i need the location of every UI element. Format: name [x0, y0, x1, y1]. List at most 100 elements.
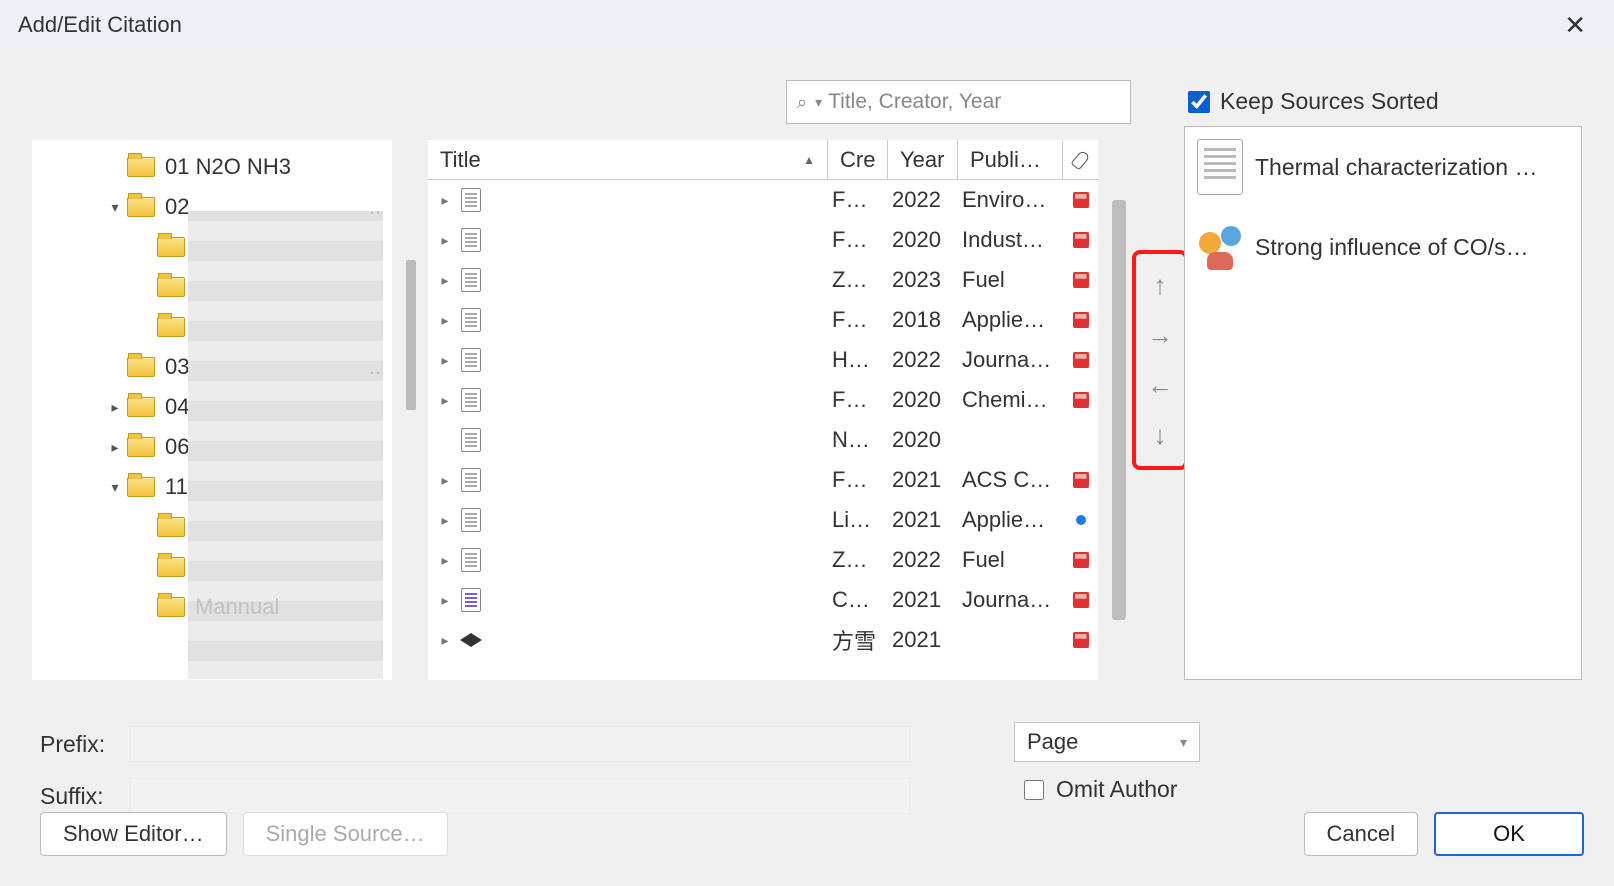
- folder-icon: [157, 597, 185, 617]
- pdf-icon: [1073, 352, 1089, 368]
- row-caret-icon[interactable]: ▸: [428, 392, 456, 409]
- row-caret-icon[interactable]: ▸: [428, 472, 456, 489]
- col-attachment[interactable]: [1063, 140, 1098, 179]
- document-icon: [1197, 139, 1243, 195]
- table-row[interactable]: ▸Li…2021Applie…: [428, 500, 1098, 540]
- show-editor-button[interactable]: Show Editor…: [40, 812, 227, 856]
- splitter-handle[interactable]: [406, 260, 416, 410]
- folders-tree[interactable]: 01 N2O NH3▾02..03..▸04▸06▾11Mannual: [32, 140, 392, 680]
- col-publication[interactable]: Publi…: [958, 140, 1063, 179]
- remove-from-selected-button[interactable]: ←: [1147, 372, 1173, 398]
- col-title[interactable]: Title▲: [428, 140, 828, 179]
- tree-label: 06: [165, 434, 189, 460]
- move-buttons-highlighted: ↑ → ← ↓: [1132, 250, 1188, 470]
- table-row[interactable]: ▸Z…2022Fuel: [428, 540, 1098, 580]
- omit-author-row[interactable]: Omit Author: [1024, 776, 1177, 803]
- row-caret-icon[interactable]: ▸: [428, 632, 456, 649]
- table-row[interactable]: ▸C…2021Journa…: [428, 580, 1098, 620]
- items-scrollbar[interactable]: [1112, 200, 1126, 620]
- item-publication: Enviro…: [958, 187, 1063, 213]
- folder-icon: [157, 317, 185, 337]
- item-publication: ACS C…: [958, 467, 1063, 493]
- item-creator: H…: [828, 347, 888, 373]
- keep-sorted-label: Keep Sources Sorted: [1220, 88, 1439, 115]
- move-down-button[interactable]: ↓: [1154, 422, 1167, 448]
- search-box[interactable]: ⌕ ▾: [786, 80, 1131, 124]
- table-row[interactable]: ▸F…2020Indust…: [428, 220, 1098, 260]
- item-type-icon: [456, 633, 486, 647]
- omit-author-checkbox[interactable]: [1024, 780, 1044, 800]
- tree-caret-icon[interactable]: ▸: [103, 399, 127, 416]
- item-attachment: [1063, 352, 1098, 368]
- row-caret-icon[interactable]: ▸: [428, 232, 456, 249]
- item-type-icon: [456, 588, 486, 612]
- keep-sorted-checkbox[interactable]: [1188, 91, 1210, 113]
- row-caret-icon[interactable]: ▸: [428, 352, 456, 369]
- item-attachment: [1063, 515, 1098, 525]
- paperclip-icon: [1071, 149, 1091, 170]
- selected-source-item[interactable]: Strong influence of CO/s…: [1185, 207, 1581, 287]
- table-row[interactable]: ▸F…2018Applie…: [428, 300, 1098, 340]
- close-icon[interactable]: ✕: [1554, 6, 1596, 45]
- item-attachment: [1063, 272, 1098, 288]
- selected-source-item[interactable]: Thermal characterization …: [1185, 127, 1581, 207]
- move-up-button[interactable]: ↑: [1154, 272, 1167, 298]
- items-header[interactable]: Title▲ Cre Year Publi…: [428, 140, 1098, 180]
- table-row[interactable]: N…2020: [428, 420, 1098, 460]
- item-publication: Applie…: [958, 307, 1063, 333]
- search-icon: ⌕: [797, 92, 807, 113]
- sort-asc-icon: ▲: [803, 153, 815, 167]
- table-row[interactable]: ▸F…2021ACS C…: [428, 460, 1098, 500]
- row-caret-icon[interactable]: ▸: [428, 272, 456, 289]
- tree-caret-icon[interactable]: ▸: [103, 439, 127, 456]
- tree-item[interactable]: 01 N2O NH3: [33, 147, 391, 187]
- item-publication: Indust…: [958, 227, 1063, 253]
- search-input[interactable]: [828, 90, 1120, 114]
- table-row[interactable]: ▸F…2022Enviro…: [428, 180, 1098, 220]
- search-dropdown-icon[interactable]: ▾: [815, 94, 822, 111]
- item-type-icon: [456, 508, 486, 532]
- row-caret-icon[interactable]: ▸: [428, 592, 456, 609]
- folder-icon: [127, 157, 155, 177]
- item-attachment: [1063, 472, 1098, 488]
- cancel-button[interactable]: Cancel: [1304, 812, 1418, 856]
- row-caret-icon[interactable]: ▸: [428, 312, 456, 329]
- suffix-input[interactable]: [130, 778, 910, 814]
- col-year[interactable]: Year: [888, 140, 958, 179]
- item-creator: 方雪: [828, 624, 888, 656]
- add-to-selected-button[interactable]: →: [1147, 322, 1173, 348]
- tree-caret-icon[interactable]: ▾: [103, 199, 127, 216]
- item-type-icon: [456, 268, 486, 292]
- table-row[interactable]: ▸Z…2023Fuel: [428, 260, 1098, 300]
- pdf-icon: [1073, 592, 1089, 608]
- col-creator[interactable]: Cre: [828, 140, 888, 179]
- items-table[interactable]: Title▲ Cre Year Publi… ▸F…2022Enviro…▸F……: [428, 140, 1098, 680]
- selected-sources-list[interactable]: Thermal characterization …Strong influen…: [1184, 126, 1582, 680]
- table-row[interactable]: ▸方雪2021: [428, 620, 1098, 660]
- item-year: 2021: [888, 507, 958, 533]
- redacted-area: [188, 211, 383, 680]
- locator-type-select[interactable]: Page ▾: [1014, 722, 1200, 762]
- item-year: 2020: [888, 227, 958, 253]
- pdf-icon: [1073, 392, 1089, 408]
- pdf-icon: [1073, 312, 1089, 328]
- table-row[interactable]: ▸F…2020Chemi…: [428, 380, 1098, 420]
- item-year: 2022: [888, 187, 958, 213]
- item-year: 2023: [888, 267, 958, 293]
- ok-button[interactable]: OK: [1434, 812, 1584, 856]
- item-creator: F…: [828, 307, 888, 333]
- row-caret-icon[interactable]: ▸: [428, 552, 456, 569]
- row-caret-icon[interactable]: ▸: [428, 192, 456, 209]
- item-attachment: [1063, 632, 1098, 648]
- item-attachment: [1063, 232, 1098, 248]
- tree-caret-icon[interactable]: ▾: [103, 479, 127, 496]
- item-year: 2021: [888, 587, 958, 613]
- table-row[interactable]: ▸H…2022Journa…: [428, 340, 1098, 380]
- suffix-label: Suffix:: [40, 783, 112, 810]
- prefix-input[interactable]: [130, 726, 910, 762]
- item-year: 2020: [888, 427, 958, 453]
- shared-collection-icon: [1197, 224, 1243, 270]
- keep-sources-sorted[interactable]: Keep Sources Sorted: [1188, 88, 1439, 115]
- row-caret-icon[interactable]: ▸: [428, 512, 456, 529]
- item-creator: F…: [828, 387, 888, 413]
